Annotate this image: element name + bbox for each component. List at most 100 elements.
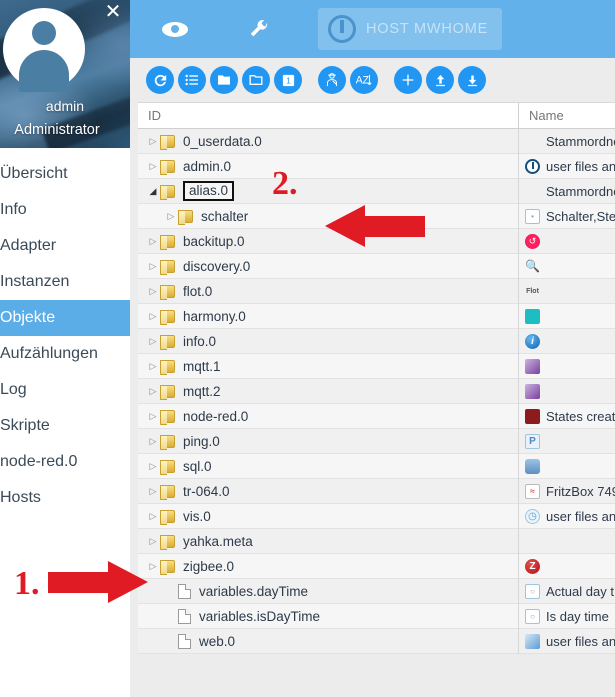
refresh-button[interactable] [146,66,174,94]
table-row[interactable]: ▷ harmony.0 [138,303,615,329]
folder-icon [160,359,175,375]
expand-triangle-icon[interactable]: ▷ [164,211,178,222]
annotation-label-1: 1. [14,565,40,603]
expand-triangle-icon[interactable]: ▷ [146,411,160,422]
expand-triangle-icon[interactable]: ▷ [146,561,160,572]
table-row[interactable]: ▷ 0_userdata.0 Stammordner fü [138,128,615,154]
expand-triangle-icon[interactable]: ▷ [146,161,160,172]
sidebar-item-aufzaehlungen[interactable]: Aufzählungen [0,336,130,372]
expand-one-level-button[interactable]: 1 [274,66,302,94]
sidebar-item-log[interactable]: Log [0,372,130,408]
table-row[interactable]: variables.dayTime ○ Actual day t [138,578,615,604]
cell-name: 🔍 [518,253,615,279]
table-row[interactable]: variables.isDayTime ○ Is day time [138,603,615,629]
sidebar-item-instanzen[interactable]: Instanzen [0,264,130,300]
expand-triangle-icon[interactable]: ▷ [146,386,160,397]
add-object-button[interactable] [394,66,422,94]
table-header-row: ID Name [138,102,615,129]
folder-icon [160,259,175,275]
sidebar-item-objekte[interactable]: Objekte [0,300,130,336]
sidebar-item-label: Skripte [0,417,50,434]
expand-triangle-icon[interactable]: ▷ [146,261,160,272]
list-view-button[interactable] [178,66,206,94]
expand-triangle-icon[interactable]: ▷ [146,311,160,322]
annotation-2-text: 2. [272,165,298,202]
sidebar-item-adapter[interactable]: Adapter [0,228,130,264]
expert-mode-button[interactable] [318,66,346,94]
table-row[interactable]: ▷ flot.0 Flot [138,278,615,304]
object-id-label: variables.dayTime [199,583,309,599]
expand-triangle-icon[interactable]: ▷ [146,511,160,522]
table-row[interactable]: web.0 user files an [138,628,615,654]
annotation-arrow-left-icon [325,205,425,247]
sidebar-item-label: Adapter [0,237,57,254]
cell-name: Stammordner fü [518,128,615,154]
table-row[interactable]: ▷ mqtt.2 [138,378,615,404]
wrench-icon[interactable] [232,0,286,58]
close-icon[interactable]: ✕ [102,2,124,24]
import-button[interactable] [426,66,454,94]
folder-icon [160,134,175,150]
table-row[interactable]: ▷ node-red.0 States creat [138,403,615,429]
object-name-label: user files an [546,633,615,649]
object-id-label: variables.isDayTime [199,608,321,624]
sidebar-item-skripte[interactable]: Skripte [0,408,130,444]
expand-triangle-icon[interactable]: ▷ [146,136,160,147]
folder-icon [160,159,175,175]
column-header-id[interactable]: ID [138,108,518,123]
table-row[interactable]: ▷ ping.0 P [138,428,615,454]
arrow-head [108,561,148,603]
collapse-all-button[interactable] [210,66,238,94]
expand-all-button[interactable] [242,66,270,94]
sidebar-item-uebersicht[interactable]: Übersicht [0,156,130,192]
arrow-shaft [48,572,110,593]
cell-id: ▷ vis.0 [138,504,518,529]
expand-triangle-icon[interactable]: ▷ [146,536,160,547]
export-button[interactable] [458,66,486,94]
expand-triangle-icon[interactable]: ▷ [146,361,160,372]
collapse-triangle-icon[interactable]: ◢ [146,186,160,197]
table-row[interactable]: ▷ info.0 i [138,328,615,354]
expand-triangle-icon[interactable]: ▷ [146,486,160,497]
sort-alpha-button[interactable]: AZ [350,66,378,94]
table-row[interactable]: ◢ alias.0 Stammordner fü [138,178,615,204]
sidebar-item-info[interactable]: Info [0,192,130,228]
object-id-label: web.0 [199,633,236,649]
cell-name: • Schalter,Ste [518,203,615,229]
object-name-label: Stammordner fü [546,183,615,199]
state-icon: ○ [525,608,540,624]
annotation-1-text: 1. [14,565,40,602]
profile-user-name: admin [45,98,85,114]
mqtt-icon [525,383,540,399]
folder-icon [160,484,175,500]
eye-icon[interactable] [148,0,202,58]
expand-triangle-icon[interactable]: ▷ [146,436,160,447]
table-row[interactable]: ▷ vis.0 ◷ user files an [138,503,615,529]
column-header-name[interactable]: Name [518,102,615,129]
expand-triangle-icon[interactable]: ▷ [146,336,160,347]
table-row[interactable]: ▷ yahka.meta [138,528,615,554]
info-icon: i [525,333,540,349]
expand-triangle-icon[interactable]: ▷ [146,286,160,297]
cell-id: ▷ info.0 [138,329,518,354]
cell-name: ≈ FritzBox 749 [518,478,615,504]
table-row[interactable]: ▷ tr-064.0 ≈ FritzBox 749 [138,478,615,504]
host-selector-button[interactable]: HOST MWHOME [318,8,503,50]
table-row[interactable]: ▷ admin.0 user files an [138,153,615,179]
expand-triangle-icon[interactable]: ▷ [146,461,160,472]
table-row[interactable]: ▷ zigbee.0 Z [138,553,615,579]
table-row[interactable]: ▷ sql.0 [138,453,615,479]
expand-triangle-icon[interactable]: ▷ [146,236,160,247]
sidebar-item-label: Info [0,201,27,218]
table-row[interactable]: ▷ mqtt.1 [138,353,615,379]
sidebar-item-hosts[interactable]: Hosts [0,480,130,516]
folder-icon [160,334,175,350]
cell-id: ▷ tr-064.0 [138,479,518,504]
table-row[interactable]: ▷ discovery.0 🔍 [138,253,615,279]
cell-id: ▷ discovery.0 [138,254,518,279]
object-id-label: vis.0 [183,508,211,524]
sidebar-item-node-red[interactable]: node-red.0 [0,444,130,480]
profile-user-role: Administrator [14,122,100,138]
cell-name: i [518,328,615,354]
object-name-label: FritzBox 749 [546,483,615,499]
